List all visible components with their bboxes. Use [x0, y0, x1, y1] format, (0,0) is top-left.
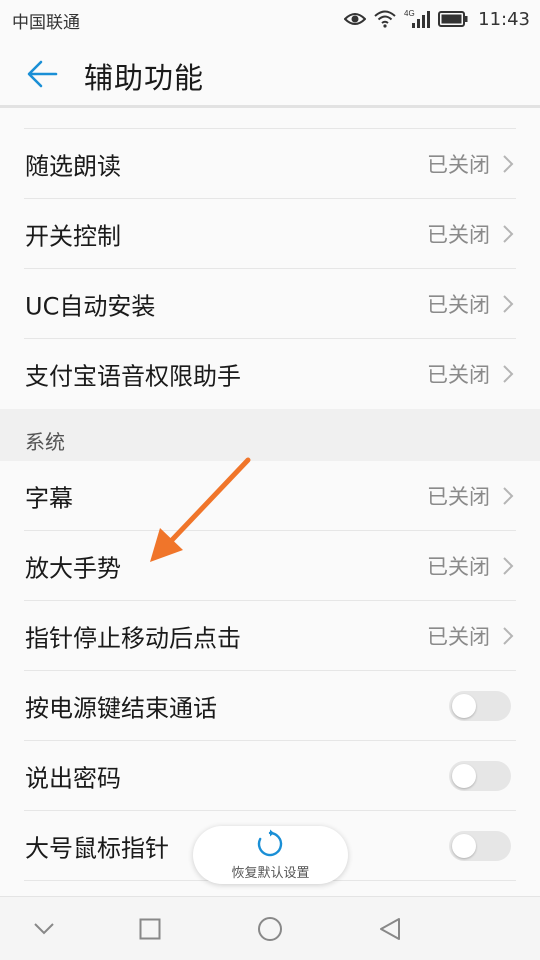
list-item-dwell-click[interactable]: 指针停止移动后点击 已关闭: [0, 601, 540, 671]
list-item-alipay-voice-helper[interactable]: 支付宝语音权限助手 已关闭: [0, 339, 540, 409]
toggle-knob: [452, 694, 476, 718]
list-item-power-button-ends-call[interactable]: 按电源键结束通话: [0, 671, 540, 741]
network-badge: 4G: [404, 9, 415, 18]
battery-icon: [438, 11, 468, 27]
settings-list[interactable]: 随选朗读 已关闭 开关控制 已关闭 UC自动安装 已关闭 支付宝语音权限助手 已…: [0, 108, 540, 896]
list-item-select-to-speak[interactable]: 随选朗读 已关闭: [0, 129, 540, 199]
nav-hide-icon: [34, 923, 54, 935]
list-item-label: 开关控制: [25, 222, 121, 251]
list-item-label: 放大手势: [25, 554, 121, 583]
nav-back-button[interactable]: [370, 911, 410, 947]
list-item-speak-passwords[interactable]: 说出密码: [0, 741, 540, 811]
refresh-icon: [257, 829, 283, 857]
power-button-ends-call-toggle[interactable]: [449, 691, 511, 721]
toggle-knob: [452, 764, 476, 788]
list-item-label: 按电源键结束通话: [25, 694, 217, 723]
list-item-status: 已关闭: [427, 363, 490, 387]
large-mouse-pointer-toggle[interactable]: [449, 831, 511, 861]
status-icons: 4G 11:43: [344, 6, 530, 32]
cellular-signal-icon: 4G: [404, 9, 431, 28]
chevron-right-icon: [503, 295, 514, 313]
list-item-uc-auto-install[interactable]: UC自动安装 已关闭: [0, 269, 540, 339]
list-item-status: 已关闭: [427, 485, 490, 509]
app-bar: 辅助功能: [0, 38, 540, 108]
eye-comfort-icon: [344, 13, 367, 25]
list-item-captions[interactable]: 字幕 已关闭: [0, 461, 540, 531]
chevron-right-icon: [503, 557, 514, 575]
section-header-system: 系统: [0, 409, 540, 461]
page-title: 辅助功能: [84, 61, 205, 95]
list-item-status: 已关闭: [427, 223, 490, 247]
list-item-label: 字幕: [25, 484, 73, 513]
back-button[interactable]: [22, 54, 62, 94]
nav-recents-icon: [139, 918, 161, 940]
chevron-right-icon: [503, 225, 514, 243]
section-header-label: 系统: [25, 430, 65, 454]
navigation-bar: [0, 896, 540, 960]
list-item-status: 已关闭: [427, 625, 490, 649]
status-bar: 中国联通 4G 11:43: [0, 0, 540, 38]
list-item-status: 已关闭: [427, 555, 490, 579]
chevron-right-icon: [503, 627, 514, 645]
restore-defaults-label: 恢复默认设置: [231, 866, 310, 881]
list-item-status: 已关闭: [427, 153, 490, 177]
carrier-name: 中国联通: [12, 13, 80, 33]
chevron-right-icon: [503, 487, 514, 505]
list-item-label: 随选朗读: [25, 152, 121, 181]
nav-recents-button[interactable]: [130, 911, 170, 947]
chevron-right-icon: [503, 365, 514, 383]
list-item-label: 说出密码: [25, 764, 121, 793]
list-item-label: UC自动安装: [25, 292, 156, 321]
list-item-status: 已关闭: [427, 293, 490, 317]
wifi-icon: [374, 10, 396, 28]
nav-back-icon: [380, 918, 400, 940]
chevron-right-icon: [503, 155, 514, 173]
toggle-knob: [452, 834, 476, 858]
status-clock: 11:43: [478, 8, 530, 30]
nav-home-icon: [258, 917, 282, 941]
arrow-left-icon: [27, 60, 58, 88]
restore-defaults-button[interactable]: 恢复默认设置: [193, 826, 348, 884]
list-item-label: 支付宝语音权限助手: [25, 362, 241, 391]
nav-hide-button[interactable]: [24, 911, 64, 947]
list-item-magnification-gestures[interactable]: 放大手势 已关闭: [0, 531, 540, 601]
nav-home-button[interactable]: [250, 911, 290, 947]
list-item-label: 指针停止移动后点击: [25, 624, 241, 653]
list-item-label: 大号鼠标指针: [25, 834, 169, 863]
speak-passwords-toggle[interactable]: [449, 761, 511, 791]
list-item-switch-access[interactable]: 开关控制 已关闭: [0, 199, 540, 269]
